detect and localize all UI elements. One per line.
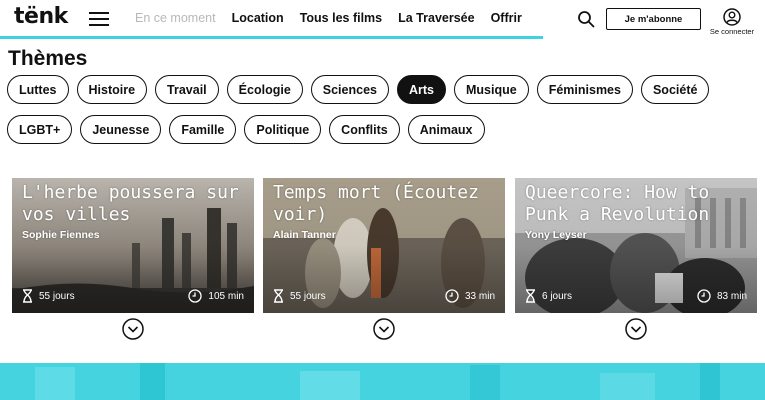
chevron-down-icon[interactable] (625, 318, 647, 340)
film-card[interactable]: L'herbe poussera sur vos villes Sophie F… (12, 178, 254, 313)
availability-days: 55 jours (39, 290, 75, 302)
hourglass-icon (274, 289, 283, 303)
site-header: tënk En ce moment Location Tous les film… (0, 0, 765, 39)
promo-banner (0, 363, 765, 400)
film-duration: 33 min (464, 290, 495, 302)
film-title: Temps mort (Écoutez voir) (273, 182, 479, 225)
film-title: L'herbe poussera sur vos villes (22, 182, 239, 225)
user-icon (723, 8, 741, 26)
chevron-down-icon[interactable] (373, 318, 395, 340)
hourglass-icon (23, 289, 32, 303)
subscribe-button[interactable]: Je m'abonne (606, 8, 701, 30)
banner-pattern (0, 363, 765, 400)
nav-en-ce-moment[interactable]: En ce moment (135, 11, 216, 25)
nav-location[interactable]: Location (232, 11, 284, 25)
theme-chip-conflits[interactable]: Conflits (329, 115, 400, 144)
film-duration: 105 min (208, 290, 244, 302)
theme-chip-travail[interactable]: Travail (155, 75, 219, 104)
theme-chip-musique[interactable]: Musique (454, 75, 529, 104)
theme-chip-histoire[interactable]: Histoire (76, 75, 148, 104)
theme-chip-jeunesse[interactable]: Jeunesse (80, 115, 162, 144)
film-author: Yony Leyser (525, 229, 587, 241)
login-button[interactable]: Se connecter (706, 8, 758, 36)
nav-tous-les-films[interactable]: Tous les films (300, 11, 382, 25)
nav-active-underline (0, 36, 543, 39)
availability-days: 55 jours (290, 290, 326, 302)
search-icon[interactable] (577, 10, 595, 28)
film-card[interactable]: Temps mort (Écoutez voir) Alain Tanner 5… (263, 178, 505, 313)
theme-chip-animaux[interactable]: Animaux (407, 115, 485, 144)
theme-chip-famille[interactable]: Famille (169, 115, 237, 144)
nav-offrir[interactable]: Offrir (491, 11, 522, 25)
theme-chip-sciences[interactable]: Sciences (310, 75, 389, 104)
login-label: Se connecter (709, 27, 755, 36)
site-logo[interactable]: tënk (14, 4, 68, 29)
film-title: Queercore: How to Punk a Revolution (525, 182, 710, 225)
clock-icon (188, 289, 203, 303)
hourglass-icon (526, 289, 535, 303)
nav-la-traversee[interactable]: La Traversée (398, 11, 474, 25)
film-author: Alain Tanner (273, 229, 336, 241)
theme-chip-politique[interactable]: Politique (244, 115, 322, 144)
availability-days: 6 jours (542, 290, 573, 302)
clock-icon (445, 289, 459, 303)
film-duration: 83 min (716, 290, 747, 302)
theme-chips-row-1: Luttes Histoire Travail Écologie Science… (7, 75, 710, 104)
main-nav: En ce moment Location Tous les films La … (135, 11, 522, 25)
themes-title: Thèmes (8, 47, 88, 70)
chevron-down-icon[interactable] (122, 318, 144, 340)
film-author: Sophie Fiennes (22, 229, 100, 241)
theme-chip-ecologie[interactable]: Écologie (226, 75, 303, 104)
theme-chips-row-2: LGBT+ Jeunesse Famille Politique Conflit… (7, 115, 485, 144)
clock-icon (697, 289, 711, 303)
film-card[interactable]: Queercore: How to Punk a Revolution Yony… (515, 178, 757, 313)
theme-chip-feminismes[interactable]: Féminismes (536, 75, 633, 104)
menu-icon[interactable] (89, 12, 109, 26)
theme-chip-arts[interactable]: Arts (396, 75, 446, 104)
theme-chip-societe[interactable]: Société (640, 75, 710, 104)
theme-chip-luttes[interactable]: Luttes (7, 75, 69, 104)
theme-chip-lgbt[interactable]: LGBT+ (7, 115, 73, 144)
